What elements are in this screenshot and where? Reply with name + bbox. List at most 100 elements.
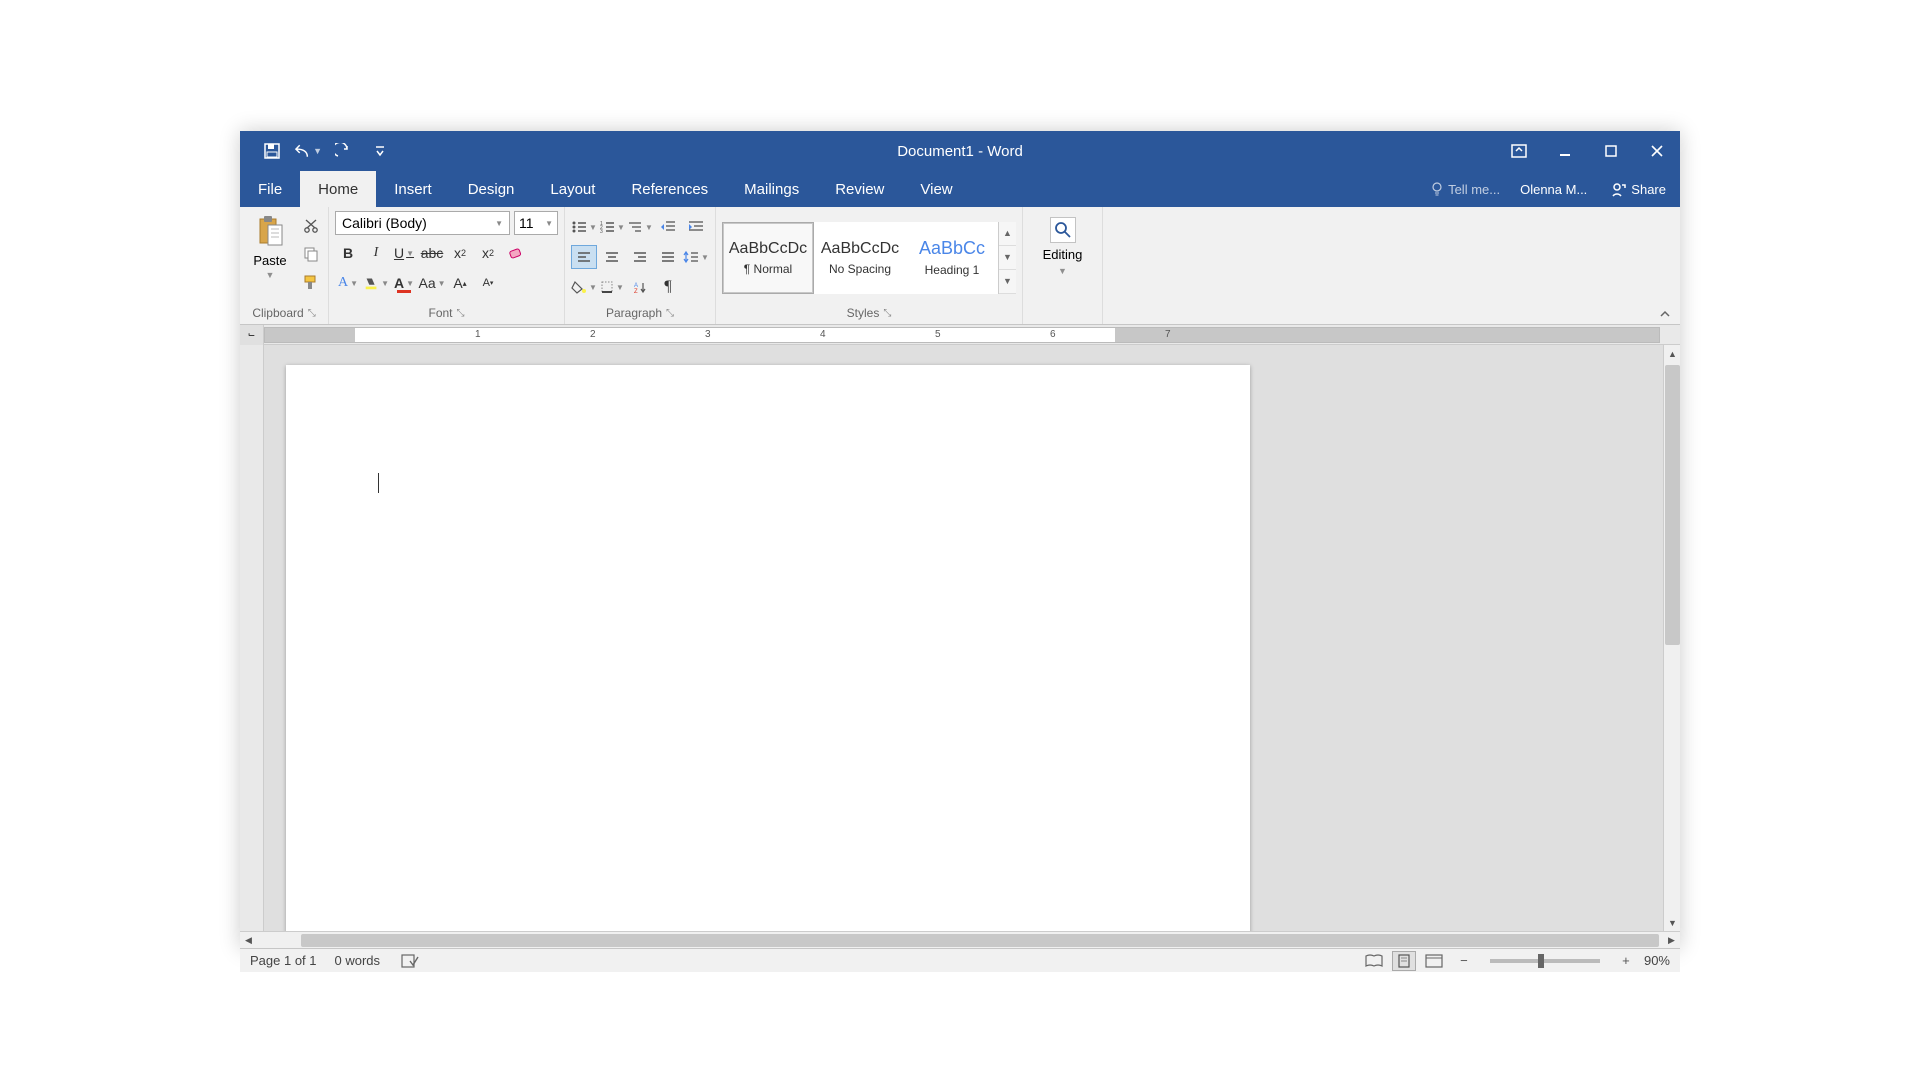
quick-access-toolbar: ▼ bbox=[240, 137, 394, 165]
tab-mailings[interactable]: Mailings bbox=[726, 171, 817, 207]
hscroll-thumb[interactable] bbox=[301, 934, 1659, 947]
style-no-spacing[interactable]: AaBbCcDc No Spacing bbox=[814, 222, 906, 294]
undo-button[interactable]: ▼ bbox=[294, 137, 322, 165]
save-icon[interactable] bbox=[258, 137, 286, 165]
text-effects-button[interactable]: A▼ bbox=[335, 271, 361, 295]
line-spacing-button[interactable]: ▼ bbox=[683, 245, 709, 269]
word-count[interactable]: 0 words bbox=[335, 953, 381, 968]
styles-dialog-launcher[interactable]: ⤡ bbox=[883, 308, 891, 319]
underline-button[interactable]: U▼ bbox=[391, 241, 417, 265]
ruler-track[interactable]: 1 2 3 4 5 6 7 bbox=[264, 327, 1660, 343]
number-list-button[interactable]: 123▼ bbox=[599, 215, 625, 239]
style-scroll-up[interactable]: ▲ bbox=[999, 222, 1016, 246]
scroll-down-arrow[interactable]: ▼ bbox=[1664, 914, 1680, 931]
style-expand[interactable]: ▼ bbox=[999, 270, 1016, 294]
format-painter-button[interactable] bbox=[300, 271, 322, 293]
vertical-ruler[interactable] bbox=[240, 345, 264, 931]
bullets-icon bbox=[571, 220, 587, 234]
align-right-button[interactable] bbox=[627, 245, 653, 269]
superscript-button[interactable]: x2 bbox=[475, 241, 501, 265]
font-dialog-launcher[interactable]: ⤡ bbox=[457, 308, 465, 319]
italic-button[interactable]: I bbox=[363, 241, 389, 265]
highlight-icon bbox=[363, 275, 379, 291]
style-name: No Spacing bbox=[829, 262, 891, 276]
tab-review[interactable]: Review bbox=[817, 171, 902, 207]
scroll-left-arrow[interactable]: ◀ bbox=[240, 932, 257, 949]
font-color-button[interactable]: A▼ bbox=[391, 271, 417, 295]
paste-dropdown-caret[interactable]: ▼ bbox=[266, 270, 275, 280]
minimize-button[interactable] bbox=[1542, 131, 1588, 171]
zoom-in-button[interactable]: + bbox=[1614, 951, 1638, 971]
font-name-combo[interactable]: Calibri (Body)▼ bbox=[335, 211, 510, 235]
find-icon bbox=[1050, 217, 1076, 243]
account-user[interactable]: Olenna M... bbox=[1510, 182, 1597, 197]
customize-qat-button[interactable] bbox=[366, 137, 394, 165]
style-scroll-down[interactable]: ▼ bbox=[999, 246, 1016, 270]
horizontal-scrollbar[interactable]: ◀ ▶ bbox=[240, 931, 1680, 948]
undo-dropdown-caret[interactable]: ▼ bbox=[313, 146, 322, 156]
font-size-combo[interactable]: 11▼ bbox=[514, 211, 558, 235]
spell-check-icon[interactable] bbox=[398, 951, 422, 971]
justify-button[interactable] bbox=[655, 245, 681, 269]
print-layout-icon[interactable] bbox=[1392, 951, 1416, 971]
ribbon-display-options-icon[interactable] bbox=[1496, 131, 1542, 171]
read-mode-icon[interactable] bbox=[1362, 951, 1386, 971]
strikethrough-button[interactable]: abc bbox=[419, 241, 445, 265]
zoom-thumb[interactable] bbox=[1538, 954, 1544, 968]
horizontal-ruler[interactable]: ⌙ 1 2 3 4 5 6 7 bbox=[240, 325, 1680, 345]
bullet-list-button[interactable]: ▼ bbox=[571, 215, 597, 239]
maximize-button[interactable] bbox=[1588, 131, 1634, 171]
change-case-button[interactable]: Aa▼ bbox=[419, 271, 445, 295]
subscript-button[interactable]: x2 bbox=[447, 241, 473, 265]
sort-button[interactable]: AZ bbox=[627, 275, 653, 299]
align-center-button[interactable] bbox=[599, 245, 625, 269]
paragraph-dialog-launcher[interactable]: ⤡ bbox=[666, 308, 674, 319]
align-left-button[interactable] bbox=[571, 245, 597, 269]
document-page[interactable] bbox=[286, 365, 1250, 931]
vertical-scrollbar[interactable]: ▲ ▼ bbox=[1663, 345, 1680, 931]
tab-layout[interactable]: Layout bbox=[532, 171, 613, 207]
page-count[interactable]: Page 1 of 1 bbox=[250, 953, 317, 968]
clipboard-dialog-launcher[interactable]: ⤡ bbox=[308, 308, 316, 319]
vscroll-thumb[interactable] bbox=[1665, 365, 1680, 645]
copy-button[interactable] bbox=[300, 243, 322, 265]
multilevel-list-button[interactable]: ▼ bbox=[627, 215, 653, 239]
borders-button[interactable]: ▼ bbox=[599, 275, 625, 299]
web-layout-icon[interactable] bbox=[1422, 951, 1446, 971]
svg-text:Z: Z bbox=[634, 289, 638, 294]
style-heading-1[interactable]: AaBbCc Heading 1 bbox=[906, 222, 998, 294]
paste-button[interactable]: Paste ▼ bbox=[246, 215, 294, 280]
editing-button[interactable]: Editing ▼ bbox=[1029, 211, 1096, 276]
redo-button[interactable] bbox=[330, 137, 358, 165]
tab-home[interactable]: Home bbox=[300, 171, 376, 207]
collapse-ribbon-button[interactable] bbox=[1658, 308, 1672, 320]
decrease-indent-button[interactable] bbox=[655, 215, 681, 239]
show-hide-button[interactable]: ¶ bbox=[655, 275, 681, 299]
cut-button[interactable] bbox=[300, 215, 322, 237]
shading-button[interactable]: ▼ bbox=[571, 275, 597, 299]
clear-formatting-button[interactable] bbox=[503, 241, 529, 265]
tab-design[interactable]: Design bbox=[450, 171, 533, 207]
style-normal[interactable]: AaBbCcDc ¶ Normal bbox=[722, 222, 814, 294]
shrink-font-button[interactable]: A▾ bbox=[475, 271, 501, 295]
share-button[interactable]: Share bbox=[1597, 181, 1680, 197]
title-bar: ▼ Document1 - Word bbox=[240, 131, 1680, 171]
tab-view[interactable]: View bbox=[902, 171, 970, 207]
numbering-icon: 123 bbox=[599, 220, 615, 234]
zoom-out-button[interactable]: − bbox=[1452, 951, 1476, 971]
grow-font-button[interactable]: A▴ bbox=[447, 271, 473, 295]
increase-indent-button[interactable] bbox=[683, 215, 709, 239]
tell-me-search[interactable]: Tell me... bbox=[1420, 182, 1510, 197]
scroll-up-arrow[interactable]: ▲ bbox=[1664, 345, 1680, 362]
tab-references[interactable]: References bbox=[613, 171, 726, 207]
close-button[interactable] bbox=[1634, 131, 1680, 171]
zoom-slider[interactable] bbox=[1490, 959, 1600, 963]
zoom-level[interactable]: 90% bbox=[1644, 953, 1670, 968]
editing-dropdown-caret[interactable]: ▼ bbox=[1058, 266, 1067, 276]
highlight-button[interactable]: ▼ bbox=[363, 271, 389, 295]
tab-insert[interactable]: Insert bbox=[376, 171, 450, 207]
tab-file[interactable]: File bbox=[240, 171, 300, 207]
bold-button[interactable]: B bbox=[335, 241, 361, 265]
tab-selector[interactable]: ⌙ bbox=[240, 325, 264, 345]
scroll-right-arrow[interactable]: ▶ bbox=[1663, 932, 1680, 949]
